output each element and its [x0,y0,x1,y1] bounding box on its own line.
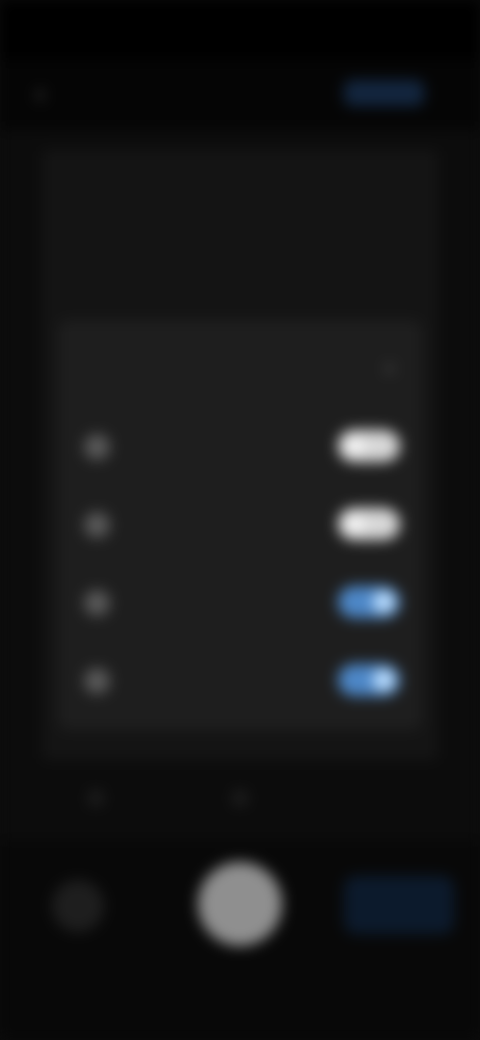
setting-row [58,420,422,480]
mode-indicator-icon[interactable] [88,790,104,806]
setting-icon [84,434,110,460]
bottom-bar [0,840,480,1040]
toggle-knob [343,435,365,457]
setting-row [58,576,422,636]
setting-icon [84,590,110,616]
gallery-button[interactable] [52,880,104,932]
setting-icon [84,668,110,694]
toggle-knob [343,513,365,535]
setting-toggle[interactable] [338,430,400,462]
setting-toggle[interactable] [338,664,400,696]
back-arrow-icon[interactable]: ‹ [36,78,45,109]
settings-sheet: × [58,320,422,730]
shutter-button[interactable] [198,862,282,946]
close-icon[interactable]: × [383,356,396,382]
setting-row [58,498,422,558]
camera-switch-button[interactable] [344,876,454,934]
setting-icon [84,512,110,538]
setting-row [58,654,422,714]
top-action-button[interactable] [344,80,424,106]
mode-indicator-icon[interactable] [232,790,248,806]
setting-toggle[interactable] [338,508,400,540]
status-bar [0,0,480,60]
toggle-knob [373,669,395,691]
toggle-knob [373,591,395,613]
top-bar: ‹ [0,60,480,130]
camera-screen: ‹ × [0,0,480,1040]
setting-toggle[interactable] [338,586,400,618]
